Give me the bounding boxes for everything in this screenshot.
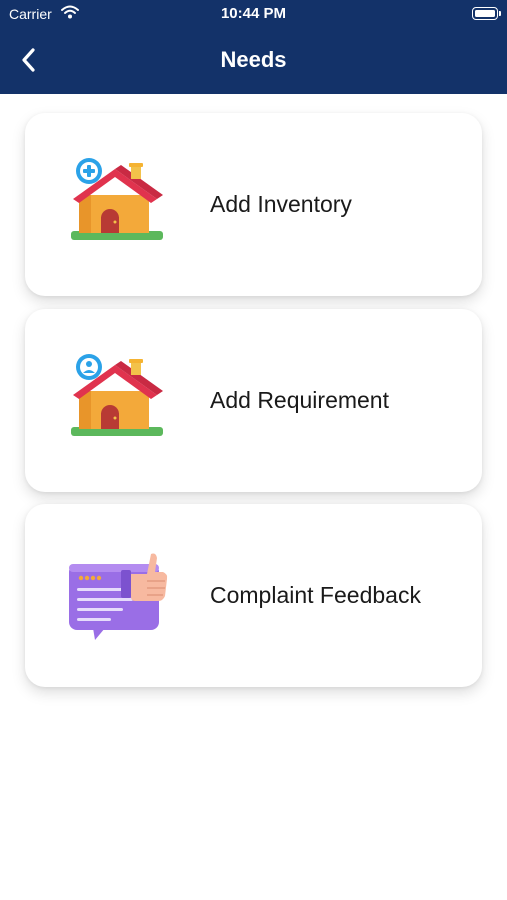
house-user-icon	[65, 353, 169, 449]
complaint-feedback-label: Complaint Feedback	[210, 582, 421, 608]
add-inventory-label: Add Inventory	[210, 191, 352, 217]
battery-icon	[472, 7, 501, 20]
complaint-feedback-card[interactable]: Complaint Feedback	[25, 504, 482, 687]
add-requirement-label: Add Requirement	[210, 387, 389, 413]
status-bar: Carrier 10:44 PM	[0, 0, 507, 28]
navigation-bar: Carrier 10:44 PM Needs	[0, 0, 507, 94]
status-time: 10:44 PM	[220, 5, 287, 22]
page-title: Needs	[220, 47, 287, 72]
house-plus-icon	[65, 157, 169, 253]
add-inventory-card[interactable]: Add Inventory	[25, 113, 482, 296]
feedback-thumbs-up-icon	[65, 548, 169, 644]
add-requirement-card[interactable]: Add Requirement	[25, 309, 482, 492]
